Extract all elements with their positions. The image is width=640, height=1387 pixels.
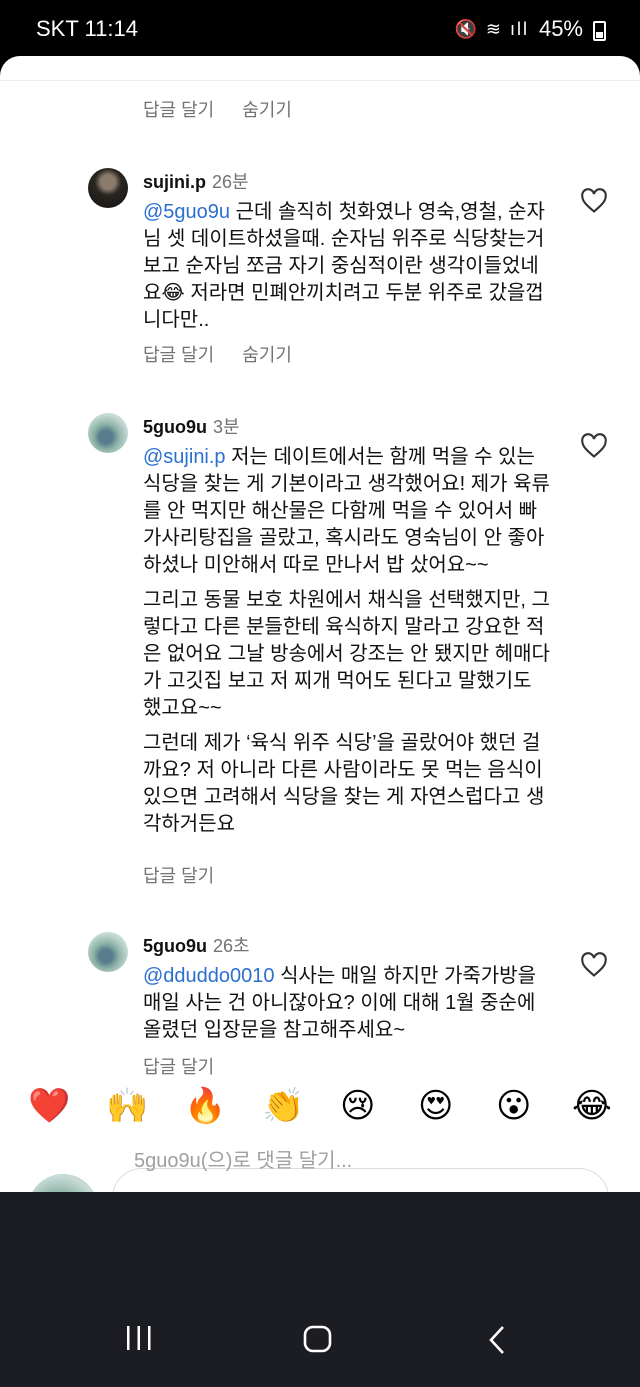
reaction-crying[interactable]: 😢 [340, 1086, 375, 1126]
heart-outline-icon[interactable] [580, 433, 608, 459]
comment-input-placeholder[interactable]: 5guo9u(으)로 댓글 달기... [134, 1144, 352, 1173]
recent-apps-icon[interactable] [125, 1325, 153, 1351]
sheet-divider [0, 80, 640, 81]
hide-replies-button[interactable]: 숨기기 [242, 341, 292, 367]
status-left: SKT 11:14 [36, 16, 138, 42]
own-avatar [28, 1174, 98, 1192]
reaction-heart-eyes[interactable]: 😍 [418, 1086, 453, 1126]
previous-comment-actions: 답글 달기 숨기기 [143, 96, 292, 122]
reaction-surprised[interactable]: 😮 [496, 1086, 531, 1126]
avatar[interactable] [88, 168, 128, 208]
reply-button[interactable]: 답글 달기 [143, 862, 214, 888]
comment-paragraph: @sujini.p 저는 데이트에서는 함께 먹을 수 있는 식당을 찾는 게 … [143, 444, 553, 579]
system-nav-bar [0, 1192, 640, 1387]
reaction-fire[interactable]: 🔥 [184, 1086, 226, 1126]
reaction-raising-hands[interactable]: 🙌 [106, 1086, 148, 1126]
comment-text-continued: 저라면 민폐안끼치려고 두분 위주로 갔을껍니다만.. [143, 282, 544, 331]
reply-button[interactable]: 답글 달기 [143, 96, 214, 122]
home-icon[interactable] [303, 1325, 333, 1353]
comment-header: 5guo9u 3분 [143, 413, 240, 439]
reply-button[interactable]: 답글 달기 [143, 1053, 214, 1079]
comment-time: 26초 [213, 936, 250, 956]
reaction-laughing[interactable]: 😂 [572, 1086, 612, 1126]
comment-time: 3분 [213, 417, 240, 437]
status-right: 🔇 ≋ ıll 45% [454, 16, 606, 42]
reply-button[interactable]: 답글 달기 [143, 341, 214, 367]
comment-body: @dduddo0010 식사는 매일 하지만 가죽가방을 매일 사는 건 아니잖… [143, 963, 553, 1044]
comments-sheet: 답글 달기 숨기기 sujini.p 26분 @5guo9u 근데 솔직히 첫화였… [0, 56, 640, 1192]
comment-paragraph: 그리고 동물 보호 차원에서 채식을 선택했지만, 그렇다고 다른 분들한테 육… [143, 589, 550, 719]
heart-outline-icon[interactable] [580, 952, 608, 978]
mention-link[interactable]: @dduddo0010 [143, 965, 275, 987]
back-icon[interactable] [487, 1325, 507, 1355]
battery-icon [593, 21, 606, 41]
battery-percent: 45% [538, 16, 583, 41]
username[interactable]: 5guo9u [143, 936, 207, 956]
comment-actions: 답글 달기 [143, 1053, 214, 1079]
comment-actions: 답글 달기 [143, 862, 214, 888]
comment-body: @sujini.p 저는 데이트에서는 함께 먹을 수 있는 식당을 찾는 게 … [143, 444, 553, 846]
username[interactable]: 5guo9u [143, 417, 207, 437]
carrier-label: SKT [36, 16, 79, 41]
hide-replies-button[interactable]: 숨기기 [242, 96, 292, 122]
laughing-emoji: 😂 [161, 282, 185, 304]
mention-link[interactable]: @sujini.p [143, 446, 226, 468]
comment-actions: 답글 달기 숨기기 [143, 341, 292, 367]
mention-link[interactable]: @5guo9u [143, 201, 230, 223]
comment-composer: 5guo9u(으)로 댓글 달기... [0, 1138, 640, 1192]
heart-outline-icon[interactable] [580, 188, 608, 214]
avatar[interactable] [88, 413, 128, 453]
comment-header: sujini.p 26분 [143, 168, 249, 194]
reaction-heart[interactable]: ❤️ [28, 1086, 70, 1126]
quick-reaction-bar: ❤️ 🙌 🔥 👏 😢 😍 😮 😂 [0, 1078, 640, 1138]
status-bar: SKT 11:14 🔇 ≋ ıll 45% [0, 0, 640, 58]
comment-body: @5guo9u 근데 솔직히 첫화였나 영숙,영철, 순자님 셋 데이트하셨을때… [143, 199, 553, 334]
comment-paragraph: 그런데 제가 ‘육식 위주 식당’을 골랐어야 했던 걸까요? 저 아니라 다른… [143, 732, 545, 835]
clock: 11:14 [84, 16, 138, 41]
avatar[interactable] [88, 932, 128, 972]
mute-wifi-signal-icons: 🔇 ≋ ıll [454, 18, 529, 39]
username[interactable]: sujini.p [143, 172, 206, 192]
reaction-clap[interactable]: 👏 [262, 1086, 304, 1126]
comment-header: 5guo9u 26초 [143, 932, 250, 958]
comment-time: 26분 [212, 172, 249, 192]
